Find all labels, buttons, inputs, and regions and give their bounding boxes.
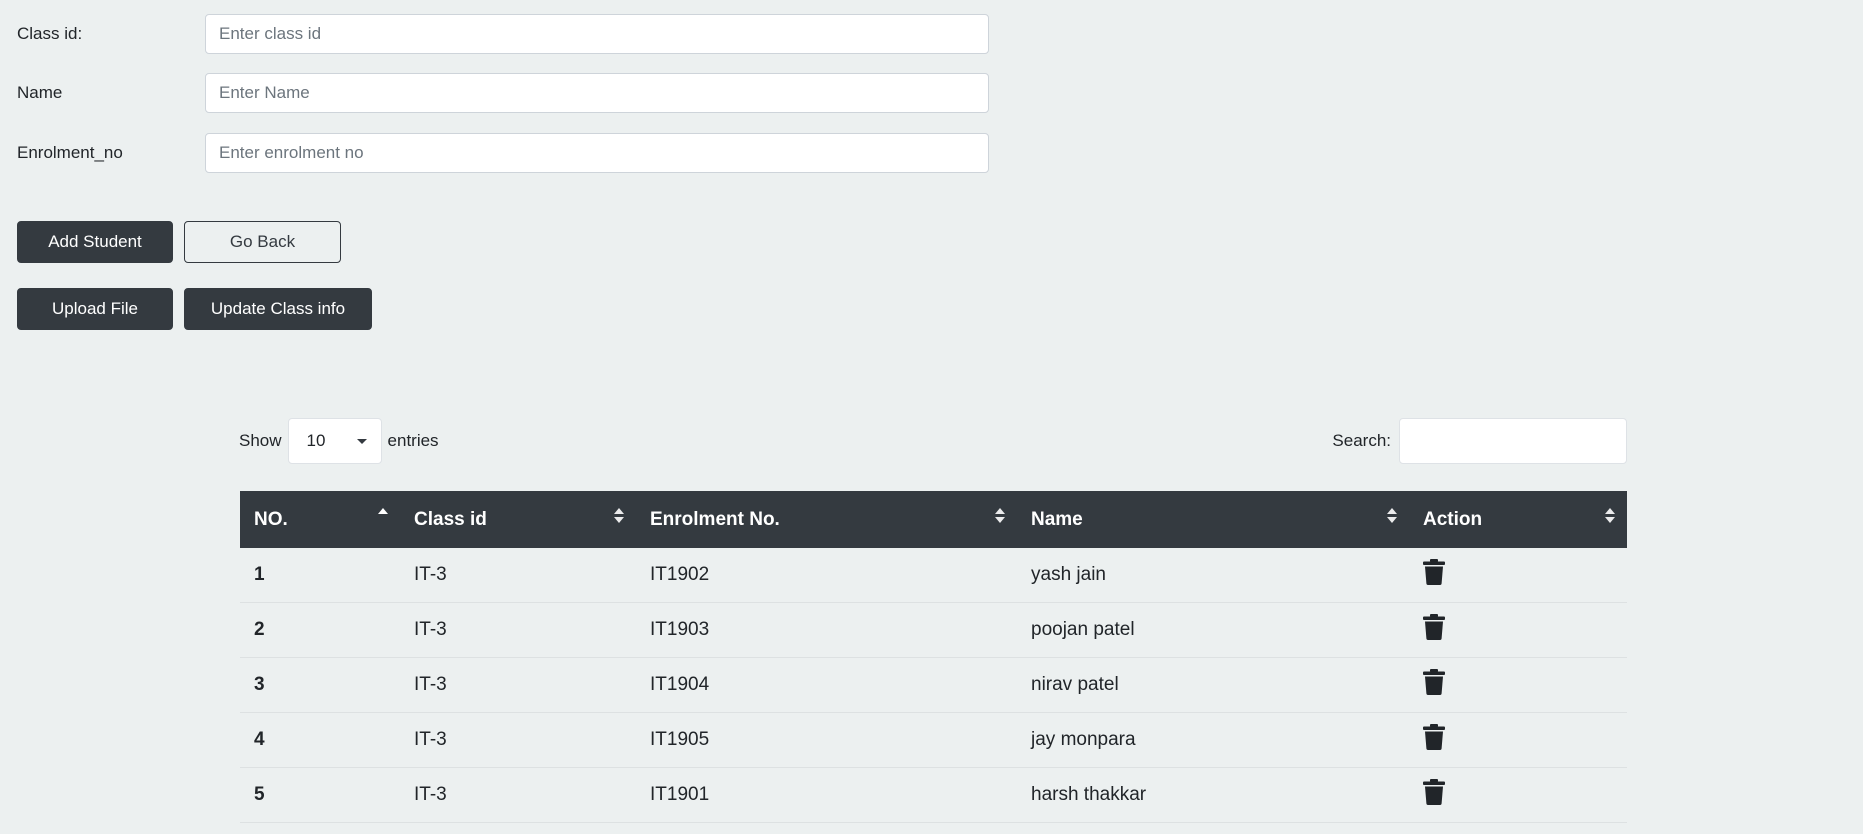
cell-enrolment-no: IT1903 xyxy=(636,602,1017,658)
cell-action xyxy=(1409,548,1627,603)
show-label: Show xyxy=(239,431,282,450)
cell-action xyxy=(1409,767,1627,823)
column-header-label: Name xyxy=(1031,508,1083,530)
column-header-label: Enrolment No. xyxy=(650,508,780,530)
cell-name: harsh thakkar xyxy=(1017,767,1409,823)
cell-class-id: IT-3 xyxy=(400,602,636,658)
sort-ascending-icon xyxy=(378,508,388,514)
table-search-control: Search: xyxy=(1332,418,1627,464)
trash-icon[interactable] xyxy=(1423,724,1445,756)
sort-icon xyxy=(995,508,1005,523)
enrolment-no-input[interactable] xyxy=(205,133,989,173)
cell-no: 3 xyxy=(240,657,400,713)
cell-enrolment-no: IT1904 xyxy=(636,657,1017,713)
column-header-action[interactable]: Action xyxy=(1409,491,1627,548)
cell-enrolment-no: IT1902 xyxy=(636,548,1017,603)
cell-enrolment-no: IT1901 xyxy=(636,767,1017,823)
chevron-down-icon xyxy=(356,438,367,444)
cell-no: 2 xyxy=(240,602,400,658)
cell-no: 5 xyxy=(240,767,400,823)
class-id-input[interactable] xyxy=(205,14,989,54)
table-header-row: NO. Class id Enrolment No. Name Action xyxy=(240,491,1627,548)
cell-class-id: IT-3 xyxy=(400,548,636,603)
cell-class-id: IT-3 xyxy=(400,712,636,768)
update-class-info-button[interactable]: Update Class info xyxy=(184,288,372,330)
column-header-label: Action xyxy=(1423,508,1483,530)
name-label: Name xyxy=(17,83,63,102)
cell-class-id: IT-3 xyxy=(400,767,636,823)
entries-select[interactable]: 10 xyxy=(287,418,382,464)
class-id-row: Class id: xyxy=(17,13,989,55)
cell-action xyxy=(1409,657,1627,713)
sort-icon xyxy=(1387,508,1397,523)
column-header-enrolment-no[interactable]: Enrolment No. xyxy=(636,491,1017,548)
add-student-button[interactable]: Add Student xyxy=(17,221,173,263)
name-input[interactable] xyxy=(205,73,989,113)
trash-icon[interactable] xyxy=(1423,669,1445,701)
cell-no: 1 xyxy=(240,548,400,603)
trash-icon[interactable] xyxy=(1423,779,1445,811)
cell-class-id: IT-3 xyxy=(400,657,636,713)
search-label: Search: xyxy=(1332,431,1391,450)
table-row: 4 IT-3 IT1905 jay monpara xyxy=(240,712,1627,768)
sort-icon xyxy=(1605,508,1615,523)
table-row: 5 IT-3 IT1901 harsh thakkar xyxy=(240,767,1627,823)
upload-file-button[interactable]: Upload File xyxy=(17,288,173,330)
cell-name: yash jain xyxy=(1017,548,1409,603)
sort-icon xyxy=(614,508,624,523)
enrolment-no-label: Enrolment_no xyxy=(17,143,123,162)
go-back-button[interactable]: Go Back xyxy=(184,221,341,263)
trash-icon[interactable] xyxy=(1423,559,1445,591)
cell-action xyxy=(1409,712,1627,768)
entries-length-control: Show 10 entries xyxy=(239,418,439,464)
cell-enrolment-no: IT1905 xyxy=(636,712,1017,768)
entries-select-value: 10 xyxy=(306,431,326,450)
cell-action xyxy=(1409,602,1627,658)
cell-name: poojan patel xyxy=(1017,602,1409,658)
column-header-name[interactable]: Name xyxy=(1017,491,1409,548)
name-row: Name xyxy=(17,72,989,114)
column-header-label: NO. xyxy=(254,508,288,530)
search-input[interactable] xyxy=(1399,418,1627,464)
trash-icon[interactable] xyxy=(1423,614,1445,646)
table-row: 2 IT-3 IT1903 poojan patel xyxy=(240,602,1627,658)
table-row: 1 IT-3 IT1902 yash jain xyxy=(240,548,1627,603)
column-header-label: Class id xyxy=(414,508,487,530)
table-row: 3 IT-3 IT1904 nirav patel xyxy=(240,657,1627,713)
cell-no: 4 xyxy=(240,712,400,768)
entries-label: entries xyxy=(387,431,439,450)
cell-name: nirav patel xyxy=(1017,657,1409,713)
column-header-no[interactable]: NO. xyxy=(240,491,400,548)
cell-name: jay monpara xyxy=(1017,712,1409,768)
class-id-label: Class id: xyxy=(17,24,83,43)
students-table: NO. Class id Enrolment No. Name Action 1… xyxy=(240,491,1627,823)
column-header-class-id[interactable]: Class id xyxy=(400,491,636,548)
enrolment-no-row: Enrolment_no xyxy=(17,132,989,174)
